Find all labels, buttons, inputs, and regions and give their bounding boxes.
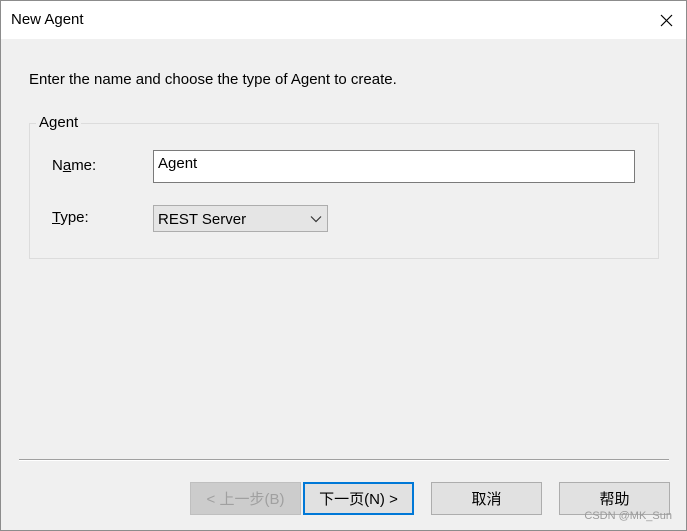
next-button[interactable]: 下一页(N) > (303, 482, 414, 515)
type-select[interactable]: REST Server (153, 205, 328, 232)
instruction-text: Enter the name and choose the type of Ag… (29, 71, 397, 88)
groupbox-label: Agent (36, 114, 82, 131)
new-agent-dialog: New Agent Enter the name and choose the … (0, 0, 687, 531)
close-icon (660, 14, 672, 26)
footer-separator (19, 459, 669, 461)
chevron-down-icon (310, 216, 322, 223)
type-label: Type: (52, 209, 89, 226)
type-select-value: REST Server (158, 211, 247, 228)
back-button[interactable]: < 上一步(B) (190, 482, 301, 515)
title-bar: New Agent (1, 1, 686, 39)
window-title: New Agent (11, 11, 84, 28)
name-label: Name: (52, 157, 97, 174)
name-input[interactable]: Agent (153, 150, 635, 183)
close-button[interactable] (654, 8, 678, 32)
agent-groupbox: Agent (29, 114, 659, 259)
cancel-button[interactable]: 取消 (431, 482, 542, 515)
watermark: CSDN @MK_Sun (584, 510, 672, 522)
